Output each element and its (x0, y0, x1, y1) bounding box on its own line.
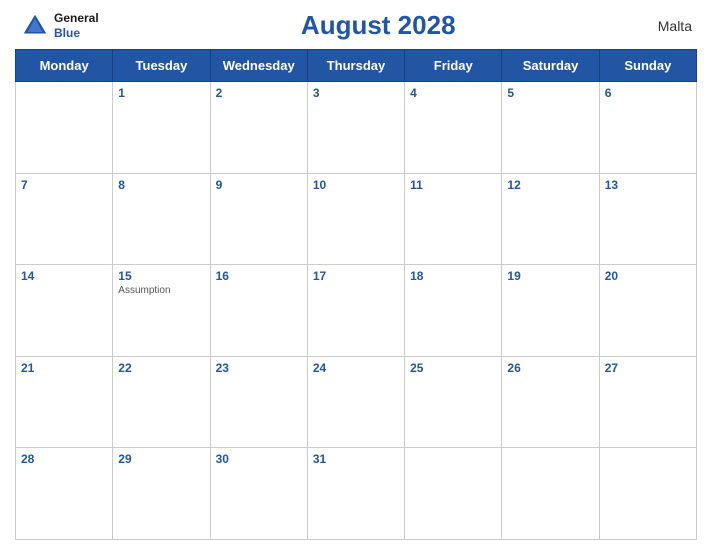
calendar-title: August 2028 (301, 10, 456, 41)
day-number: 24 (313, 361, 399, 375)
calendar-cell: 30 (210, 448, 307, 540)
calendar-cell: 27 (599, 356, 696, 448)
day-number: 30 (216, 452, 302, 466)
day-number: 8 (118, 178, 204, 192)
weekday-header-wednesday: Wednesday (210, 50, 307, 82)
calendar-table: MondayTuesdayWednesdayThursdayFridaySatu… (15, 49, 697, 540)
day-number: 28 (21, 452, 107, 466)
calendar-cell: 8 (113, 173, 210, 265)
logo-blue: Blue (54, 26, 80, 40)
day-number: 16 (216, 269, 302, 283)
calendar-cell: 4 (405, 82, 502, 174)
day-number: 4 (410, 86, 496, 100)
day-number: 11 (410, 178, 496, 192)
calendar-cell: 31 (307, 448, 404, 540)
logo-text: General Blue (54, 11, 99, 40)
calendar-week-row: 123456 (16, 82, 697, 174)
calendar-cell: 10 (307, 173, 404, 265)
logo-icon (20, 11, 50, 41)
day-number: 31 (313, 452, 399, 466)
calendar-cell: 11 (405, 173, 502, 265)
day-number: 21 (21, 361, 107, 375)
calendar-cell: 16 (210, 265, 307, 357)
calendar-cell: 22 (113, 356, 210, 448)
day-number: 22 (118, 361, 204, 375)
weekday-header-monday: Monday (16, 50, 113, 82)
day-number: 20 (605, 269, 691, 283)
logo: General Blue (20, 11, 99, 41)
calendar-cell: 3 (307, 82, 404, 174)
logo-general: General (54, 11, 99, 25)
day-number: 15 (118, 269, 204, 283)
calendar-cell: 19 (502, 265, 599, 357)
day-number: 29 (118, 452, 204, 466)
calendar-cell: 21 (16, 356, 113, 448)
day-number: 12 (507, 178, 593, 192)
calendar-cell: 25 (405, 356, 502, 448)
day-number: 18 (410, 269, 496, 283)
calendar-cell: 5 (502, 82, 599, 174)
weekday-header-row: MondayTuesdayWednesdayThursdayFridaySatu… (16, 50, 697, 82)
calendar-cell: 7 (16, 173, 113, 265)
calendar-cell: 17 (307, 265, 404, 357)
calendar-cell: 26 (502, 356, 599, 448)
calendar-cell: 1 (113, 82, 210, 174)
calendar-cell: 24 (307, 356, 404, 448)
calendar-cell: 13 (599, 173, 696, 265)
weekday-header-thursday: Thursday (307, 50, 404, 82)
calendar-week-row: 789 10 11 12 13 (16, 173, 697, 265)
calendar-cell: 14 (16, 265, 113, 357)
weekday-header-saturday: Saturday (502, 50, 599, 82)
calendar-week-row: 21 22 23 24 25 26 27 (16, 356, 697, 448)
day-number: 3 (313, 86, 399, 100)
day-number: 6 (605, 86, 691, 100)
day-number: 27 (605, 361, 691, 375)
calendar-cell: 9 (210, 173, 307, 265)
calendar-header: General Blue August 2028 Malta (15, 10, 697, 41)
weekday-header-friday: Friday (405, 50, 502, 82)
day-number: 5 (507, 86, 593, 100)
calendar-cell: 12 (502, 173, 599, 265)
day-number: 2 (216, 86, 302, 100)
country-label: Malta (658, 18, 692, 34)
day-number: 10 (313, 178, 399, 192)
calendar-cell (599, 448, 696, 540)
calendar-week-row: 28 29 30 31 (16, 448, 697, 540)
calendar-cell: 18 (405, 265, 502, 357)
calendar-cell: 23 (210, 356, 307, 448)
day-number: 26 (507, 361, 593, 375)
day-number: 23 (216, 361, 302, 375)
day-number: 19 (507, 269, 593, 283)
day-number: 1 (118, 86, 204, 100)
calendar-cell: 15 Assumption (113, 265, 210, 357)
calendar-cell: 20 (599, 265, 696, 357)
day-number: 7 (21, 178, 107, 192)
calendar-week-row: 14 15 Assumption 16 17 18 19 20 (16, 265, 697, 357)
calendar-cell (502, 448, 599, 540)
calendar-cell (16, 82, 113, 174)
calendar-cell: 28 (16, 448, 113, 540)
day-number: 9 (216, 178, 302, 192)
weekday-header-tuesday: Tuesday (113, 50, 210, 82)
day-number: 25 (410, 361, 496, 375)
calendar-cell: 6 (599, 82, 696, 174)
holiday-label: Assumption (118, 285, 204, 296)
calendar-cell (405, 448, 502, 540)
day-number: 14 (21, 269, 107, 283)
calendar-cell: 2 (210, 82, 307, 174)
day-number: 13 (605, 178, 691, 192)
weekday-header-sunday: Sunday (599, 50, 696, 82)
calendar-cell: 29 (113, 448, 210, 540)
day-number: 17 (313, 269, 399, 283)
